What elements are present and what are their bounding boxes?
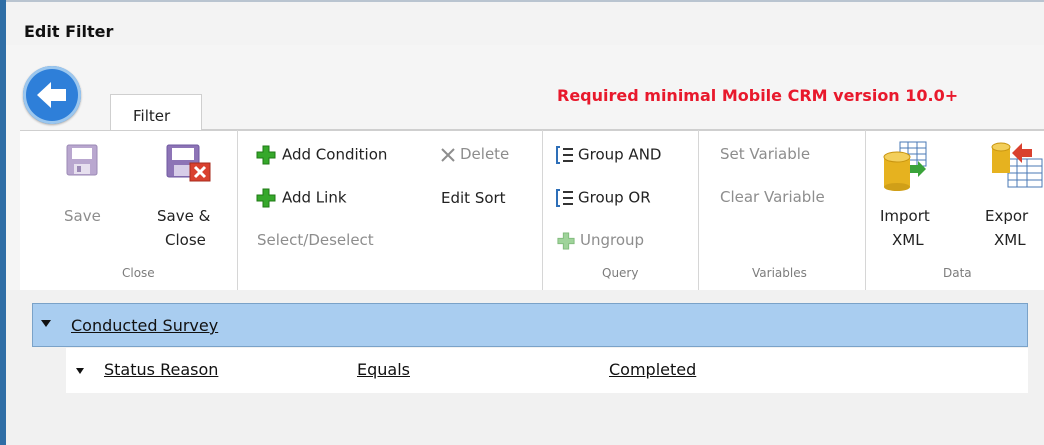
floppy-disk-icon: [66, 144, 98, 176]
select-deselect-button[interactable]: Select/Deselect: [257, 231, 374, 249]
set-variable-button[interactable]: Set Variable: [720, 145, 810, 163]
add-link-label: Add Link: [282, 188, 347, 207]
ribbon-separator: [865, 130, 866, 290]
condition-field-link[interactable]: Status Reason: [104, 360, 218, 379]
ribbon-separator: [542, 130, 543, 290]
group-bracket-icon: [556, 189, 573, 207]
condition-value-link[interactable]: Completed: [609, 360, 696, 379]
group-and-label: Group AND: [578, 145, 662, 164]
save-close-label-2: Close: [165, 231, 206, 249]
export-label-1: Expor: [985, 207, 1029, 225]
tree-entity-row[interactable]: Conducted Survey: [32, 303, 1028, 347]
add-condition-label: Add Condition: [282, 145, 388, 164]
version-notice: Required minimal Mobile CRM version 10.0…: [557, 86, 959, 105]
import-label-1: Import: [880, 207, 930, 225]
ribbon-separator: [698, 130, 699, 290]
edit-sort-label: Edit Sort: [441, 189, 506, 207]
data-group-label: Data: [943, 266, 972, 280]
plus-icon: [557, 231, 575, 250]
plus-icon: [256, 188, 276, 208]
tab-filter-label: Filter: [133, 107, 171, 125]
delete-button[interactable]: Delete: [440, 145, 509, 163]
back-button[interactable]: [23, 66, 81, 124]
title-bar: Edit Filter: [6, 0, 1044, 45]
add-condition-button[interactable]: Add Condition: [256, 145, 387, 165]
tab-filter[interactable]: Filter: [110, 94, 202, 130]
arrow-left-icon: [37, 82, 66, 108]
ribbon-separator: [237, 130, 238, 290]
variables-group-label: Variables: [752, 266, 807, 280]
condition-operator-link[interactable]: Equals: [357, 360, 410, 379]
group-or-label: Group OR: [578, 188, 651, 207]
set-variable-label: Set Variable: [720, 145, 811, 163]
clear-variable-button[interactable]: Clear Variable: [720, 188, 825, 206]
import-database-icon: [883, 141, 927, 191]
select-deselect-label: Select/Deselect: [257, 231, 374, 249]
delete-x-icon: [441, 147, 455, 162]
group-and-button[interactable]: Group AND: [555, 145, 661, 165]
condition-row[interactable]: Status Reason Equals Completed: [66, 348, 1028, 393]
ungroup-button[interactable]: Ungroup: [557, 231, 644, 250]
expand-caret-icon[interactable]: [41, 320, 51, 327]
save-close-label-1: Save &: [157, 207, 211, 225]
ungroup-label: Ungroup: [580, 231, 645, 249]
expand-caret-icon[interactable]: [76, 368, 84, 374]
save-close-icon: [166, 144, 211, 182]
save-label: Save: [64, 207, 101, 225]
add-link-button[interactable]: Add Link: [256, 188, 347, 208]
query-group-label: Query: [602, 266, 639, 280]
edit-sort-button[interactable]: Edit Sort: [441, 189, 506, 207]
window-title: Edit Filter: [24, 22, 114, 41]
clear-variable-label: Clear Variable: [720, 188, 825, 206]
close-group-label: Close: [122, 266, 155, 280]
export-database-icon: [991, 142, 1043, 188]
delete-label: Delete: [460, 145, 510, 163]
export-label-2: XML: [994, 231, 1026, 249]
group-or-button[interactable]: Group OR: [555, 188, 651, 208]
entity-link[interactable]: Conducted Survey: [71, 316, 218, 335]
plus-icon: [256, 145, 276, 165]
group-bracket-icon: [556, 146, 573, 164]
edit-filter-window: Edit Filter Filter Required minimal Mobi…: [0, 0, 1044, 445]
import-label-2: XML: [892, 231, 924, 249]
